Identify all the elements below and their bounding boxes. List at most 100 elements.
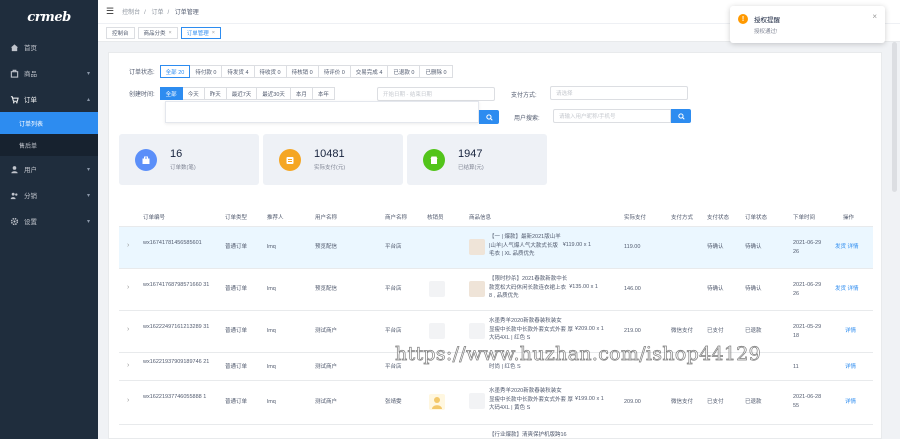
stat-card-paid: 10481 实际支付(元) (263, 134, 403, 185)
order-no: wx16222497161213289 31 (143, 324, 210, 330)
status-option-to-verify[interactable]: 待核销 0 (285, 65, 319, 78)
sidebar-item-goods[interactable]: 商品 ▾ (0, 60, 98, 86)
user-name: 测试商户 (315, 328, 338, 334)
sidebar-subitem-label: 订单列表 (19, 121, 44, 128)
close-icon[interactable]: × (212, 30, 215, 36)
date-confirm-button[interactable] (479, 110, 499, 124)
status-option-unpaid[interactable]: 待付款 0 (189, 65, 223, 78)
close-icon[interactable]: × (169, 30, 172, 36)
status-option-to-ship[interactable]: 待发货 4 (221, 65, 255, 78)
user-search-placeholder: 请输入用户昵称/手机号 (559, 114, 616, 120)
goods-title: 【一 | 爆款】最新2021版山羊 |山羊|人气爆人气大款式长版 毛衣 | XL… (489, 234, 561, 257)
chevron-down-icon: ▾ (86, 70, 90, 77)
goods-info: 水墨秀羊2020新款春装秋装女 显瘦中长款中长款外套女式外套 厚 大码4XL |… (469, 387, 604, 413)
chevron-down-icon: ▾ (86, 192, 90, 199)
tab-dashboard[interactable]: 控制台 (106, 26, 135, 39)
sidebar-item-home[interactable]: 首页 (0, 34, 98, 60)
tab-order-management[interactable]: 订单管理 × (180, 26, 221, 39)
time-option-today[interactable]: 今天 (181, 87, 205, 100)
row-actions[interactable]: 发货 详情 (835, 285, 859, 294)
payment-method-select[interactable]: 请选择 (550, 86, 688, 100)
status-filter: 订单状态: 全部 20 待付款 0 待发货 4 待收货 0 待核销 0 待评价 … (129, 65, 453, 78)
watermark: https://www.huzhan.com/ishop44129 (395, 343, 762, 366)
close-icon[interactable]: × (872, 12, 877, 21)
sidebar-subitem-aftersale[interactable]: 售后单 (0, 134, 98, 156)
time-option-yesterday[interactable]: 昨天 (203, 87, 227, 100)
time-option-30days[interactable]: 最近30天 (256, 87, 291, 100)
sidebar-item-label: 订单 (24, 97, 37, 104)
sidebar-item-label: 分销 (24, 193, 37, 200)
order-time: 11 (793, 364, 799, 370)
verifier-avatar (429, 281, 445, 297)
status-option-deleted[interactable]: 已删除 0 (419, 65, 453, 78)
goods-title: 【行业爆款】清爽保护机版跨16 (489, 432, 567, 438)
time-option-year[interactable]: 本年 (311, 87, 335, 100)
breadcrumb-separator: / (144, 10, 146, 16)
goods-price: ¥199.00 x 1 (575, 396, 604, 402)
referrer: lmq (267, 399, 276, 405)
order-no: wx16741768798571660 31 (143, 282, 210, 288)
status-option-refunded[interactable]: 已退款 0 (387, 65, 421, 78)
wallet-icon (279, 148, 301, 171)
paid-amount: 209.00 (624, 399, 641, 405)
row-actions[interactable]: 详情 (845, 363, 856, 372)
verifier-avatar (429, 323, 445, 339)
stat-value: 1947 (458, 148, 483, 160)
goods-info: 【一 | 爆款】最新2021版山羊 |山羊|人气爆人气大款式长版 毛衣 | XL… (469, 233, 591, 259)
time-option-all[interactable]: 全部 (159, 87, 183, 100)
sidebar-item-settings[interactable]: 设置 ▾ (0, 208, 98, 234)
expand-icon[interactable]: › (127, 326, 129, 333)
expand-icon[interactable]: › (127, 397, 129, 404)
row-actions[interactable]: 详情 (845, 398, 856, 407)
time-option-month[interactable]: 本月 (289, 87, 313, 100)
sidebar-item-user[interactable]: 用户 ▾ (0, 156, 98, 182)
order-time: 2021-05-29 18 (793, 324, 822, 339)
tab-goods-category[interactable]: 商品分类 × (137, 26, 178, 39)
col-actions: 操作 (843, 215, 855, 221)
goods-thumbnail (469, 239, 485, 255)
table-row[interactable]: 【行业爆款】清爽保护机版跨16 (119, 425, 873, 439)
status-option-completed[interactable]: 交易完成 4 (349, 65, 389, 78)
date-range-input[interactable]: 开始日期 - 结束日期 (377, 87, 495, 101)
time-option-7days[interactable]: 最近7天 (225, 87, 258, 100)
sidebar-subitem-order-list[interactable]: 订单列表 (0, 112, 98, 134)
referrer: lmq (267, 364, 276, 370)
breadcrumb-item[interactable]: 控制台 (122, 10, 140, 16)
user-name: 预览配信 (315, 244, 338, 250)
status-option-all[interactable]: 全部 20 (159, 65, 191, 78)
row-actions[interactable]: 详情 (845, 327, 856, 336)
user-icon (11, 165, 18, 173)
logo[interactable]: crmeb (0, 0, 98, 34)
pay-status: 待确认 (707, 244, 724, 250)
sidebar-item-distribution[interactable]: 分销 ▾ (0, 182, 98, 208)
row-actions[interactable]: 发货 详情 (835, 243, 859, 252)
status-option-to-review[interactable]: 待评价 0 (317, 65, 351, 78)
pay-method: 微信支付 (671, 399, 694, 405)
sidebar-item-order[interactable]: 订单 ▴ (0, 86, 98, 112)
col-order-no: 订单编号 (143, 215, 166, 221)
order-time: 2021-06-28 55 (793, 394, 822, 409)
user-name: 测试商户 (315, 399, 338, 405)
referrer: lmq (267, 286, 276, 292)
expand-icon[interactable]: › (127, 242, 129, 249)
notification: ! 授权提醒 授权通过! × (730, 6, 885, 43)
menu-toggle-icon[interactable]: ☰ (106, 6, 114, 17)
user-search-button[interactable] (671, 109, 691, 123)
status-option-to-receive[interactable]: 待收货 0 (253, 65, 287, 78)
table-row[interactable]: › wx16741781456585601 普通订单 lmq 预览配信 平台店 … (119, 227, 873, 269)
breadcrumb-item[interactable]: 订单 (151, 10, 163, 16)
breadcrumb-separator: / (167, 10, 170, 16)
page-scrollbar[interactable] (892, 42, 897, 192)
user-search-input[interactable]: 请输入用户昵称/手机号 (553, 109, 671, 123)
stat-value: 10481 (314, 148, 345, 160)
table-row[interactable]: › wx16741768798571660 31 普通订单 lmq 预览配信 平… (119, 269, 873, 311)
notification-title: 授权提醒 (754, 17, 780, 24)
shop-icon (423, 148, 445, 171)
col-goods: 商品信息 (469, 215, 492, 221)
order-time: 2021-06-29 26 (793, 240, 822, 255)
merchant-name: 平台店 (385, 286, 402, 292)
expand-icon[interactable]: › (127, 284, 129, 291)
breadcrumb-item: 订单管理 (174, 10, 199, 16)
expand-icon[interactable]: › (127, 362, 129, 369)
table-row[interactable]: › wx16221937746055888 1 普通订单 lmq 测试商户 张靖… (119, 381, 873, 425)
